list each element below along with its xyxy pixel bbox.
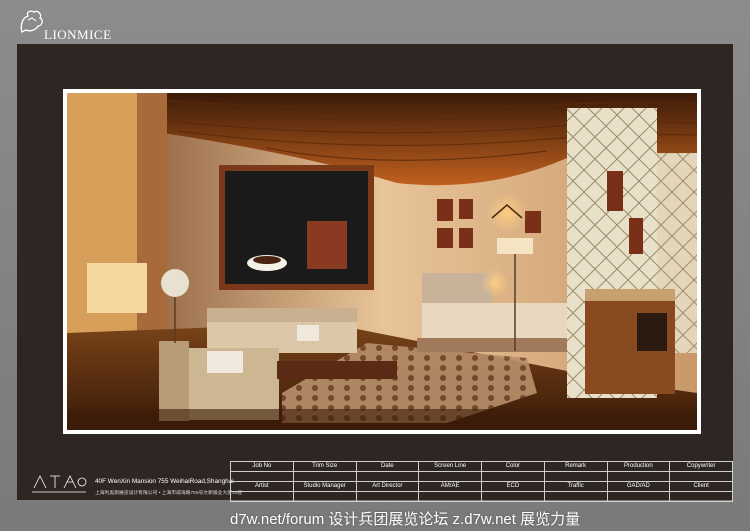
date-label: Date	[355, 461, 420, 472]
artist-value	[230, 491, 294, 502]
trim-size-label: Trim Size	[292, 461, 357, 472]
production-label: Production	[606, 461, 671, 472]
traffic-label: Traffic	[543, 481, 608, 492]
gad-ad-label: GAD/AD	[606, 481, 671, 492]
screen-line-label: Screen Line	[418, 461, 482, 472]
ecd-label: ECD	[481, 481, 545, 492]
date-value	[355, 471, 420, 482]
copywriter-value	[669, 471, 733, 482]
address-line-cn: 上海利奥斯展览设计有限公司 • 上海市威海路755号文新报业大厦40楼	[95, 491, 243, 496]
ecd-value	[481, 491, 545, 502]
client-label: Client	[669, 481, 733, 492]
screen-line-value	[418, 471, 482, 482]
address-line: 40F WenXin Mansion 755 WeihaiRoad,Shangh…	[95, 478, 234, 485]
table-row: Job No Trim Size Date Screen Line Color …	[230, 461, 733, 472]
gad-ad-value	[606, 491, 671, 502]
am-ae-label: AM/AE	[418, 481, 482, 492]
exhibition-brand-icon	[32, 475, 87, 493]
table-row	[230, 471, 733, 482]
color-value	[481, 471, 545, 482]
art-director-label: Art Director	[355, 481, 420, 492]
production-value	[606, 471, 671, 482]
copywriter-label: Copywriter	[669, 461, 733, 472]
table-row: Artist Studio Manager Art Director AM/AE…	[230, 481, 733, 492]
client-value	[669, 491, 733, 502]
art-director-value	[355, 491, 420, 502]
job-no-label: Job No	[230, 461, 294, 472]
render-frame	[63, 89, 701, 434]
am-ae-value	[418, 491, 482, 502]
hotel-room-render-image	[67, 93, 697, 430]
color-label: Color	[481, 461, 545, 472]
traffic-value	[543, 491, 608, 502]
logo-text: LIONMICE	[44, 27, 112, 42]
job-no-value	[230, 471, 294, 482]
lion-logo-icon	[20, 10, 43, 33]
studio-manager-label: Studio Manager	[292, 481, 357, 492]
trim-size-value	[292, 471, 357, 482]
studio-manager-value	[292, 491, 357, 502]
watermark-text: d7w.net/forum 设计兵团展览论坛 z.d7w.net 展览力量	[230, 511, 581, 528]
logo: LIONMICE	[16, 8, 126, 42]
remark-value	[543, 471, 608, 482]
job-info-table: Job No Trim Size Date Screen Line Color …	[230, 461, 733, 502]
table-row	[230, 491, 733, 502]
artist-label: Artist	[230, 481, 294, 492]
remark-label: Remark	[543, 461, 608, 472]
